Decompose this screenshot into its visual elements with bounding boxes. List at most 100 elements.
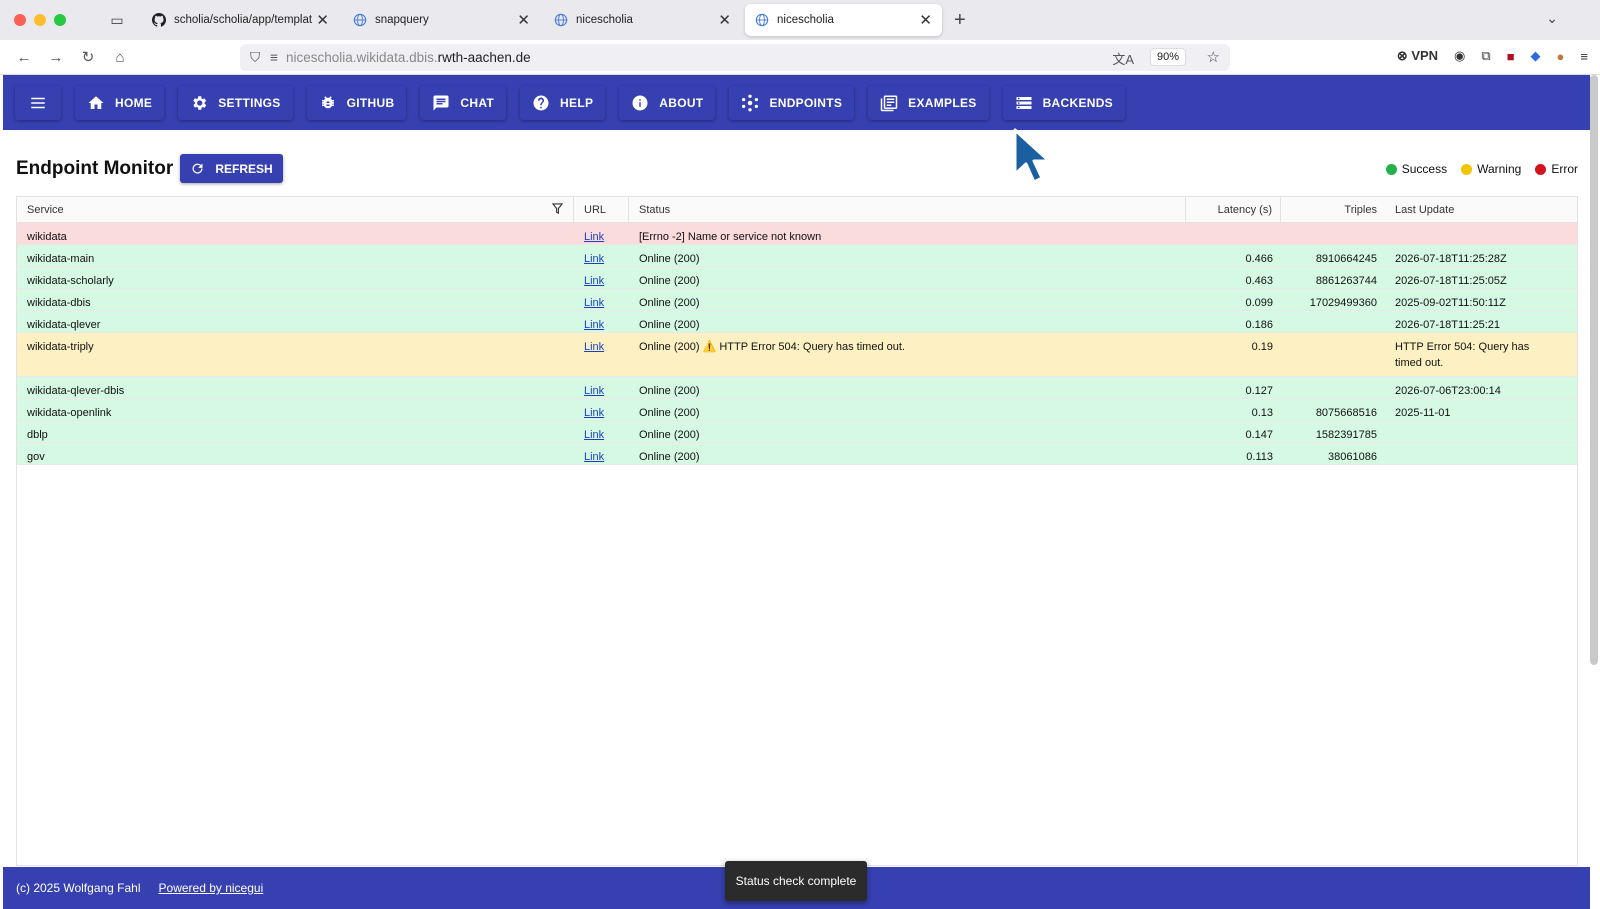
close-tab-icon[interactable]: ✕ <box>517 11 530 29</box>
cell-triples: 8075668516 <box>1315 407 1377 419</box>
bookmark-star-icon[interactable]: ☆ <box>1207 48 1220 66</box>
translate-icon[interactable]: 文A <box>1112 49 1134 68</box>
table-body: wikidata Link [Errno -2] Name or service n… <box>17 223 1577 465</box>
permissions-icon[interactable]: ≡ <box>270 50 278 65</box>
column-header-service[interactable]: Service <box>17 197 574 222</box>
browser-tab[interactable]: nicescholia ✕ <box>745 4 942 36</box>
close-window-button[interactable] <box>14 14 26 26</box>
ublock-icon[interactable]: ■ <box>1507 49 1515 64</box>
nav-home-button[interactable]: HOME <box>75 85 165 120</box>
nav-chat-button[interactable]: CHAT <box>420 85 507 120</box>
nav-button-label: ABOUT <box>659 95 704 110</box>
url-host: rwth-aachen.de <box>437 50 531 65</box>
endpoint-link[interactable]: Link <box>584 449 604 465</box>
new-tab-button[interactable]: + <box>954 9 966 32</box>
legend-label: Warning <box>1477 162 1522 176</box>
endpoint-link[interactable]: Link <box>584 405 604 421</box>
storage-icon <box>1016 96 1032 109</box>
close-tab-icon[interactable]: ✕ <box>718 11 731 29</box>
cell-last-update: 2026-07-06T23:00:14 <box>1395 385 1501 397</box>
chevron-down-icon[interactable]: ⌄ <box>1546 10 1558 27</box>
table-row[interactable]: wikidata-triply Link Online (200) ⚠️ HTTP … <box>17 333 1577 377</box>
endpoint-link[interactable]: Link <box>584 273 604 289</box>
cell-url: Link <box>574 377 629 398</box>
nav-settings-button[interactable]: SETTINGS <box>178 85 293 120</box>
cell-last-update: 2026-07-18T11:25:05Z <box>1395 275 1507 287</box>
forward-icon[interactable]: → <box>40 49 72 66</box>
table-row[interactable]: wikidata-scholarly Link Online (200) 0.463 8… <box>17 267 1577 289</box>
bug-icon <box>321 95 334 108</box>
endpoint-link[interactable]: Link <box>584 427 604 443</box>
legend-label: Success <box>1401 162 1448 176</box>
table-row[interactable]: wikidata-dbis Link Online (200) 0.099 170294… <box>17 289 1577 311</box>
browser-tab[interactable]: nicescholia ✕ <box>544 4 741 36</box>
home-browser-icon[interactable]: ⌂ <box>104 49 136 66</box>
table-row[interactable]: gov Link Online (200) 0.113 38061086 <box>17 443 1577 465</box>
page-scrollbar[interactable] <box>1590 75 1598 665</box>
info-icon <box>632 95 648 110</box>
tab-label: scholia/scholia/app/templates/a <box>174 14 313 26</box>
column-label: Status <box>639 203 671 216</box>
cell-status: Online (200) <box>639 297 700 309</box>
reload-icon[interactable]: ↻ <box>72 48 104 66</box>
table-row[interactable]: wikidata-main Link Online (200) 0.466 891066… <box>17 245 1577 267</box>
browser-tab[interactable]: snapquery ✕ <box>343 4 540 36</box>
page-title: Endpoint Monitor <box>16 158 174 179</box>
extension-blue-icon[interactable]: ◆ <box>1531 48 1541 64</box>
column-header-triples[interactable]: Triples <box>1281 197 1385 222</box>
cell-latency: 0.127 <box>1245 385 1273 397</box>
close-tab-icon[interactable]: ✕ <box>919 11 932 29</box>
status-dot-icon <box>1385 163 1397 175</box>
filter-icon[interactable] <box>551 202 564 217</box>
endpoint-link[interactable]: Link <box>584 229 604 245</box>
column-header-last-update[interactable]: Last Update <box>1385 197 1575 222</box>
table-row[interactable]: dblp Link Online (200) 0.147 1582391785 <box>17 421 1577 443</box>
nav-button-label: CHAT <box>460 95 495 110</box>
cell-url: Link <box>574 223 629 244</box>
cell-triples <box>1281 333 1385 376</box>
address-bar[interactable]: ⛉ ≡ nicescholia.wikidata.dbis. rwth-aache… <box>240 44 1230 71</box>
endpoint-link[interactable]: Link <box>584 339 604 355</box>
nav-help-button[interactable]: HELP <box>520 85 606 120</box>
cell-service: wikidata <box>27 231 67 243</box>
nav-github-button[interactable]: GITHUB <box>306 85 407 120</box>
extension-fox-icon[interactable]: ● <box>1557 49 1565 64</box>
menu-icon[interactable]: ≡ <box>1580 49 1588 64</box>
cell-latency: 0.19 <box>1251 341 1273 353</box>
endpoint-link[interactable]: Link <box>584 251 604 267</box>
endpoint-link[interactable]: Link <box>584 383 604 399</box>
nav-examples-button[interactable]: EXAMPLES <box>868 85 989 120</box>
endpoint-link[interactable]: Link <box>584 295 604 311</box>
zoom-window-button[interactable] <box>54 14 66 26</box>
browser-tab[interactable]: scholia/scholia/app/templates/a✕ <box>142 4 339 36</box>
endpoint-link[interactable]: Link <box>584 317 604 333</box>
nav-button-label: GITHUB <box>346 95 395 110</box>
cell-url: Link <box>574 399 629 420</box>
powered-by-link[interactable]: Powered by nicegui <box>159 881 264 895</box>
zoom-level[interactable]: 90% <box>1149 48 1186 66</box>
tab-overview-icon[interactable]: ▭ <box>106 9 128 31</box>
vpn-button[interactable]: ⊗ VPN <box>1397 48 1438 64</box>
close-tab-icon[interactable]: ✕ <box>316 11 329 29</box>
cell-status: Online (200) <box>639 319 700 331</box>
menu-button[interactable] <box>15 85 61 120</box>
column-header-url[interactable]: URL <box>574 197 629 222</box>
table-row[interactable]: wikidata-openlink Link Online (200) 0.13 807… <box>17 399 1577 421</box>
cell-last-update: 2025-09-02T11:50:11Z <box>1395 297 1506 309</box>
refresh-button[interactable]: REFRESH <box>180 154 283 183</box>
nav-endpoints-button[interactable]: ENDPOINTS <box>729 85 855 120</box>
hub-icon <box>742 94 759 111</box>
table-row[interactable]: wikidata Link [Errno -2] Name or service n… <box>17 223 1577 245</box>
column-header-latency[interactable]: Latency (s) <box>1186 197 1281 222</box>
account-icon[interactable]: ◉ <box>1454 48 1465 64</box>
table-row[interactable]: wikidata-qlever-dbis Link Online (200) 0.12… <box>17 377 1577 399</box>
column-header-status[interactable]: Status <box>629 197 1186 222</box>
nav-backends-button[interactable]: BACKENDS <box>1002 85 1125 120</box>
back-icon[interactable]: ← <box>8 49 40 66</box>
endpoint-table: Service URL Status Latency (s) Triples L… <box>16 196 1578 866</box>
minimize-window-button[interactable] <box>34 14 46 26</box>
nav-about-button[interactable]: ABOUT <box>619 85 716 120</box>
extensions-icon[interactable]: ⧉ <box>1481 48 1490 64</box>
table-row[interactable]: wikidata-qlever Link Online (200) 0.186 2026… <box>17 311 1577 333</box>
help-icon <box>533 95 549 110</box>
